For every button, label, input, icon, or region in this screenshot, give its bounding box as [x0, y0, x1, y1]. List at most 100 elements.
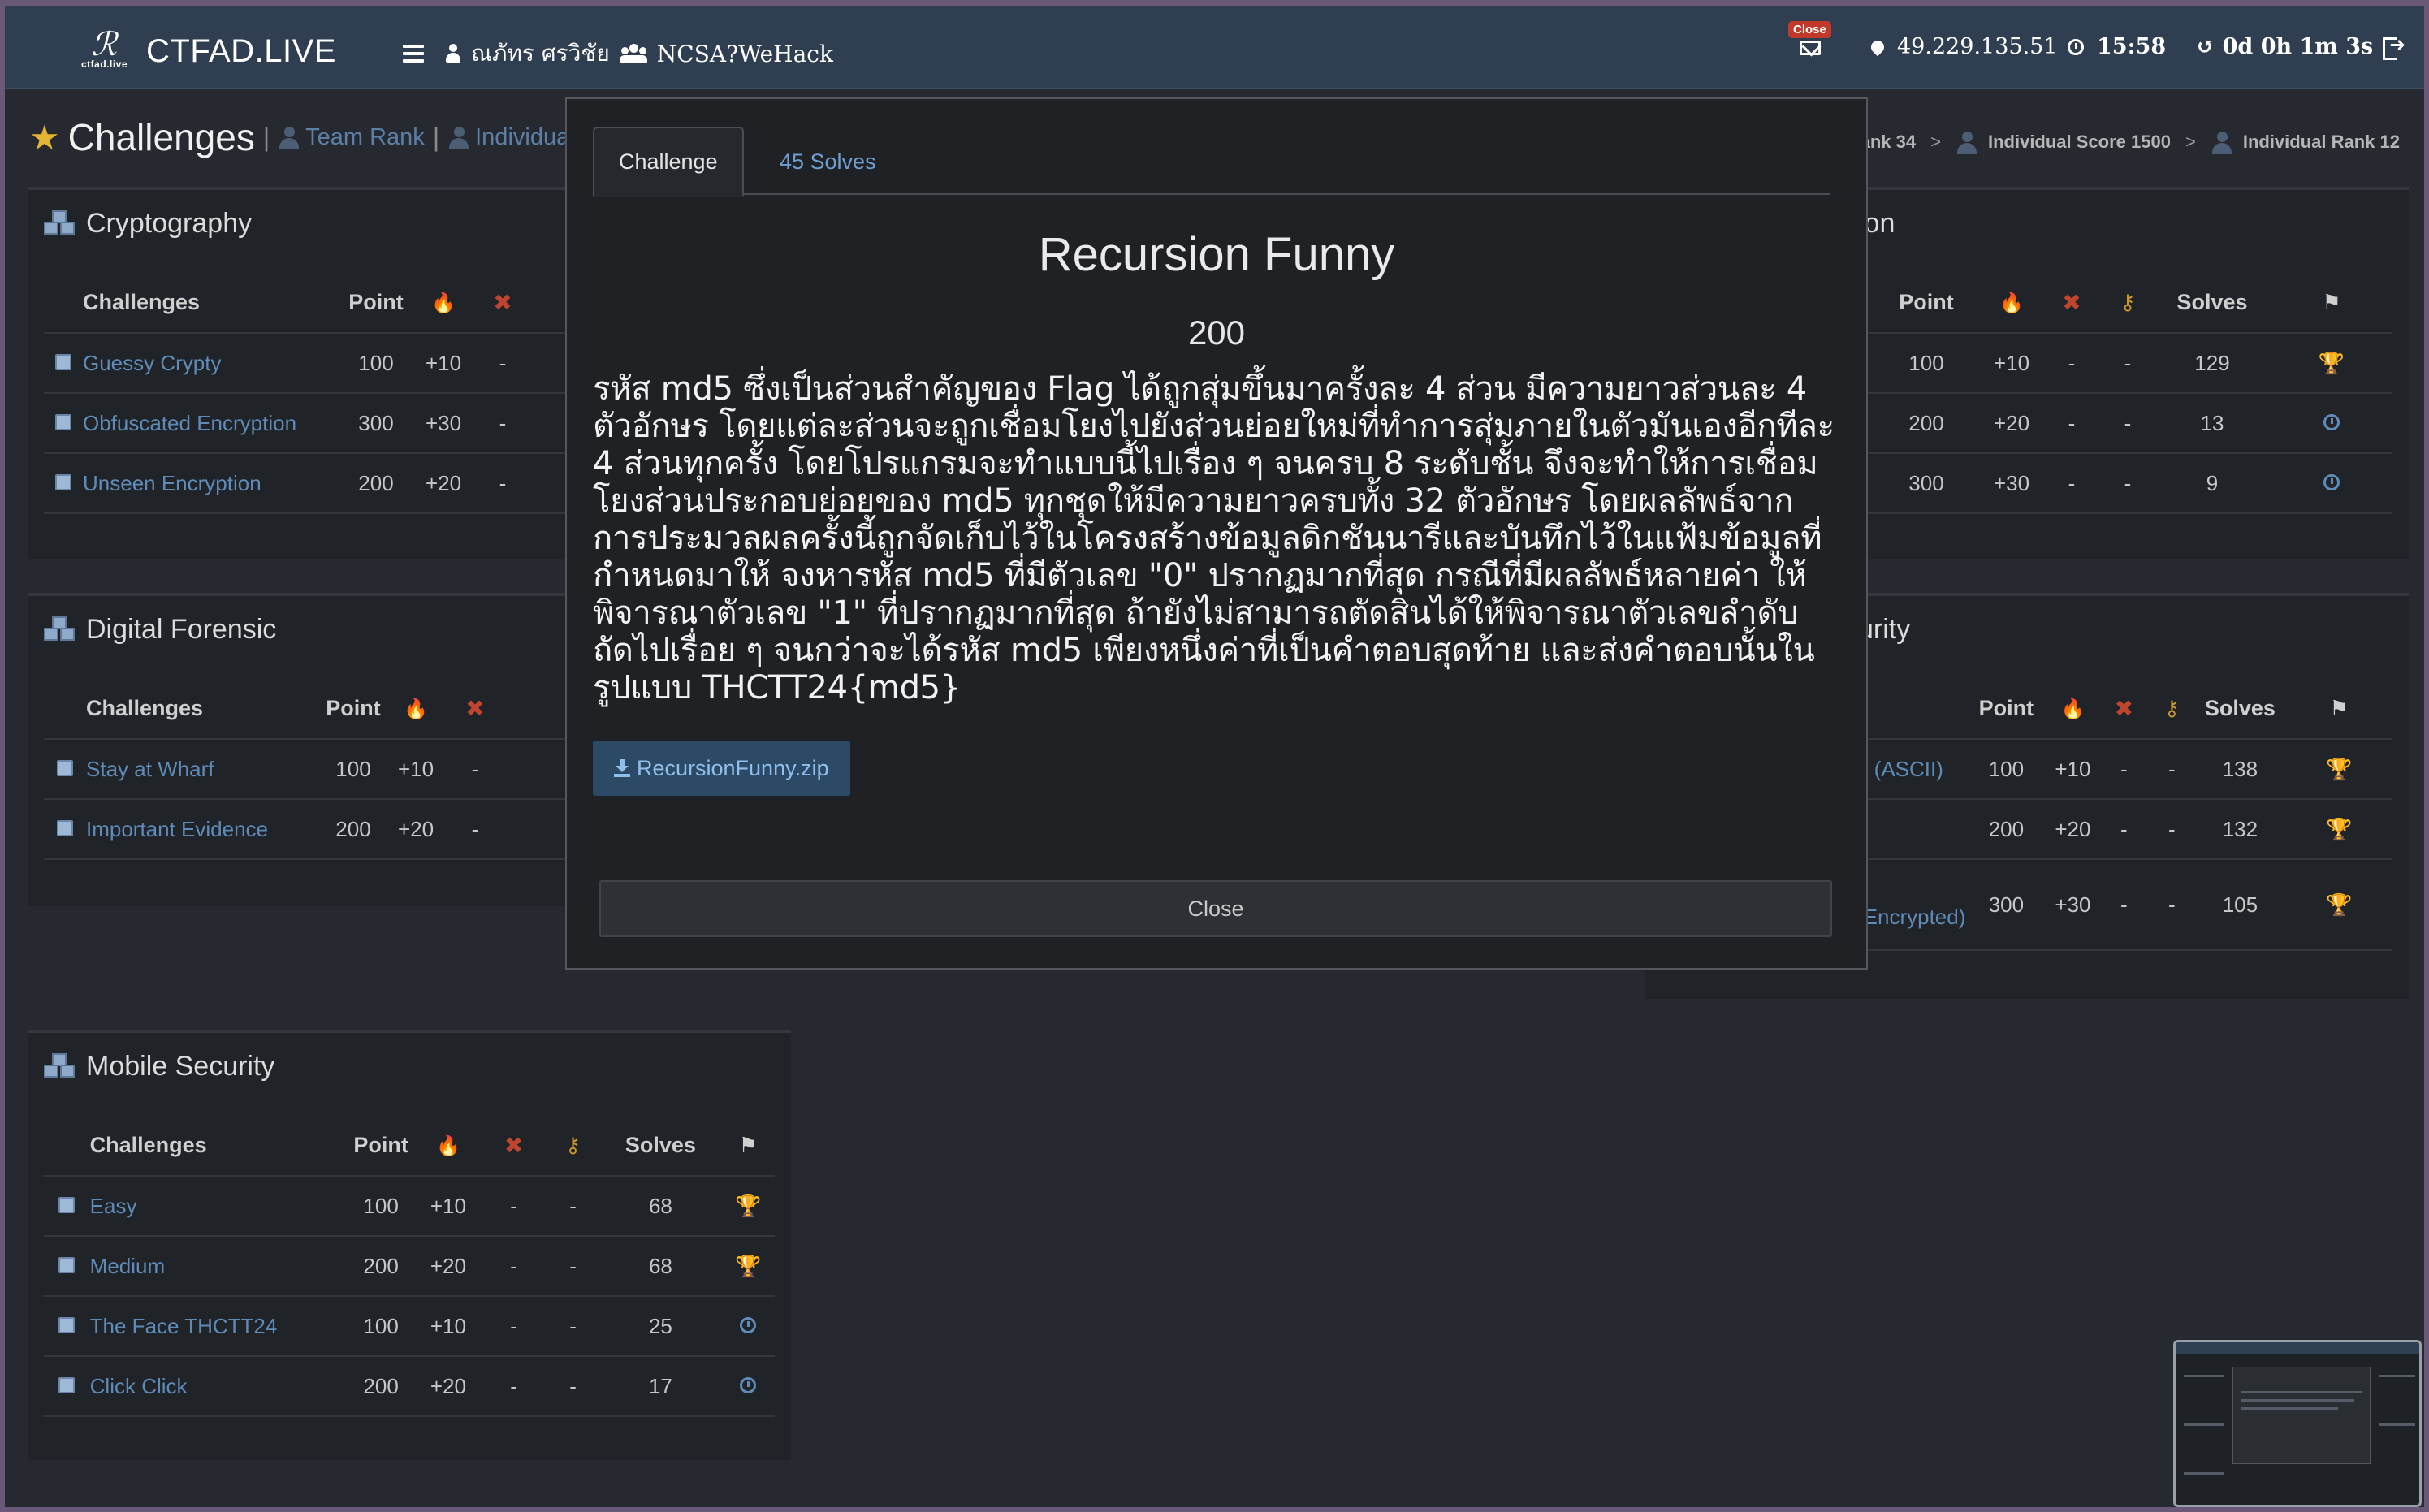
individual-link[interactable]: Individua — [447, 124, 569, 151]
cell-solves: 68 — [599, 1176, 722, 1237]
tab-challenge[interactable]: Challenge — [593, 127, 744, 197]
clock-icon — [2271, 453, 2392, 514]
cell-solves: 17 — [599, 1356, 722, 1417]
table-row[interactable]: Medium 200 +20 - - 68 🏆 — [44, 1236, 775, 1297]
cubes-icon — [42, 1052, 78, 1081]
cell-dash: - — [2149, 859, 2195, 951]
star-icon: ★ — [29, 118, 60, 157]
challenge-name[interactable]: Unseen Encryption — [83, 453, 339, 514]
cube-icon — [44, 799, 86, 860]
logout-icon[interactable] — [2383, 33, 2405, 60]
challenge-name[interactable]: The Face THCTT24 — [89, 1296, 347, 1357]
cell-dash: - — [2098, 859, 2150, 951]
download-button[interactable]: RecursionFunny.zip — [593, 741, 850, 796]
cell-bonus: +20 — [1982, 393, 2042, 454]
clock-icon — [2271, 393, 2392, 454]
cell-bonus: +30 — [413, 393, 474, 454]
col-challenges: Challenges — [89, 1116, 347, 1177]
cell-point: 100 — [322, 739, 385, 800]
team-rank-value: ank 34 — [1860, 132, 1917, 152]
cell-bonus: +10 — [385, 739, 447, 800]
cube-icon — [44, 1236, 90, 1297]
cell-dash: - — [474, 453, 531, 514]
cell-bonus: +10 — [413, 333, 474, 394]
modal-tabs: Challenge 45 Solves — [593, 127, 1830, 197]
cubes-icon — [42, 616, 78, 644]
team-rank-label: Team Rank — [305, 123, 425, 150]
challenge-name[interactable]: Guessy Crypty — [83, 333, 339, 394]
cube-icon — [44, 1296, 90, 1357]
trophy-icon: 🏆 — [2285, 799, 2392, 860]
divider: | — [432, 122, 440, 152]
first-blood-icon: 🔥 — [1982, 273, 2042, 334]
cell-dash: - — [2102, 333, 2154, 394]
x-icon: ✖ — [481, 1116, 547, 1177]
cell-dash: - — [2042, 393, 2102, 454]
cell-bonus: +10 — [415, 1176, 482, 1237]
individual-score: Individual Score 1500 — [1987, 132, 2171, 152]
cell-point: 200 — [346, 1236, 416, 1297]
user-icon — [445, 44, 461, 63]
table-row[interactable]: Easy 100 +10 - - 68 🏆 — [44, 1176, 775, 1237]
col-solves: Solves — [599, 1116, 722, 1177]
challenge-points: 200 — [1187, 313, 1246, 352]
elapsed-time: 0d 0h 1m 3s — [2222, 34, 2374, 59]
cell-point: 300 — [1965, 859, 2047, 951]
menu-icon[interactable] — [403, 45, 424, 63]
cell-dash: - — [546, 1176, 600, 1237]
logo-subtext: ctfad.live — [81, 58, 128, 70]
screenshot-thumbnail[interactable] — [2173, 1340, 2422, 1507]
challenge-name[interactable]: Easy — [89, 1176, 347, 1237]
cube-icon — [44, 393, 83, 454]
cell-dash: - — [481, 1236, 547, 1297]
panel-mobile-security: Mobile Security Challenges Point 🔥 ✖ ⚷ S… — [28, 1030, 791, 1460]
team-icon — [619, 44, 647, 63]
user-name[interactable]: ณภัทร ศรวิชัย — [471, 36, 610, 71]
cell-point: 300 — [1871, 453, 1982, 514]
panel-title: Digital Forensic — [86, 614, 277, 645]
col-solves: Solves — [2154, 273, 2271, 334]
cell-dash: - — [481, 1296, 547, 1357]
table-row[interactable]: Click Click 200 +20 - - 17 — [44, 1356, 775, 1417]
challenge-description: รหัส md5 ซึ่งเป็นส่วนสำคัญของ Flag ได้ถู… — [593, 370, 1835, 706]
top-navbar: ℛ ctfad.live CTFAD.LIVE ณภัทร ศรวิชัย NC… — [5, 6, 2424, 89]
divider: | — [262, 122, 270, 152]
rank-summary: ank 34 > Individual Score 1500 > Individ… — [1861, 130, 2400, 154]
clock-icon — [721, 1356, 775, 1417]
logo: ℛ ctfad.live — [81, 26, 138, 73]
cube-icon — [44, 739, 86, 800]
team-rank-link[interactable]: Team Rank — [278, 124, 425, 151]
table-row[interactable]: The Face THCTT24 100 +10 - - 25 — [44, 1296, 775, 1357]
tab-solves[interactable]: 45 Solves — [755, 127, 901, 197]
challenge-name[interactable]: Medium — [89, 1236, 347, 1297]
close-button[interactable]: Close — [599, 880, 1832, 937]
challenge-name[interactable]: Stay at Wharf — [86, 739, 322, 800]
team-name[interactable]: NCSA?WeHack — [657, 41, 833, 67]
individual-rank: Individual Rank 12 — [2242, 132, 2400, 152]
cell-point: 100 — [346, 1176, 416, 1237]
elapsed-display: ↺ 0d 0h 1m 3s — [2196, 34, 2373, 59]
ip-address: 49.229.135.51 — [1897, 34, 2058, 59]
col-point: Point — [322, 679, 385, 740]
cell-dash: - — [447, 799, 504, 860]
cell-dash: - — [474, 393, 531, 454]
trophy-icon: 🏆 — [2285, 739, 2392, 800]
key-icon: ⚷ — [2102, 273, 2154, 334]
cell-dash: - — [2149, 739, 2195, 800]
challenge-name[interactable]: Important Evidence — [86, 799, 322, 860]
cell-solves: 13 — [2154, 393, 2271, 454]
challenge-name[interactable]: Obfuscated Encryption — [83, 393, 339, 454]
clock-icon — [721, 1296, 775, 1357]
challenge-title: Recursion Funny — [1038, 228, 1395, 281]
cell-dash: - — [546, 1296, 600, 1357]
cell-dash: - — [2098, 799, 2150, 860]
cell-point: 200 — [1965, 799, 2047, 860]
first-blood-icon: 🔥 — [385, 679, 447, 740]
panel-header: Mobile Security — [42, 1051, 274, 1082]
brand[interactable]: ℛ ctfad.live CTFAD.LIVE — [81, 26, 336, 73]
separator-gt: > — [1930, 132, 1941, 152]
challenge-name[interactable]: Click Click — [89, 1356, 347, 1417]
cell-bonus: +10 — [415, 1296, 482, 1357]
cell-bonus: +10 — [2046, 739, 2099, 800]
cube-icon — [44, 453, 83, 514]
